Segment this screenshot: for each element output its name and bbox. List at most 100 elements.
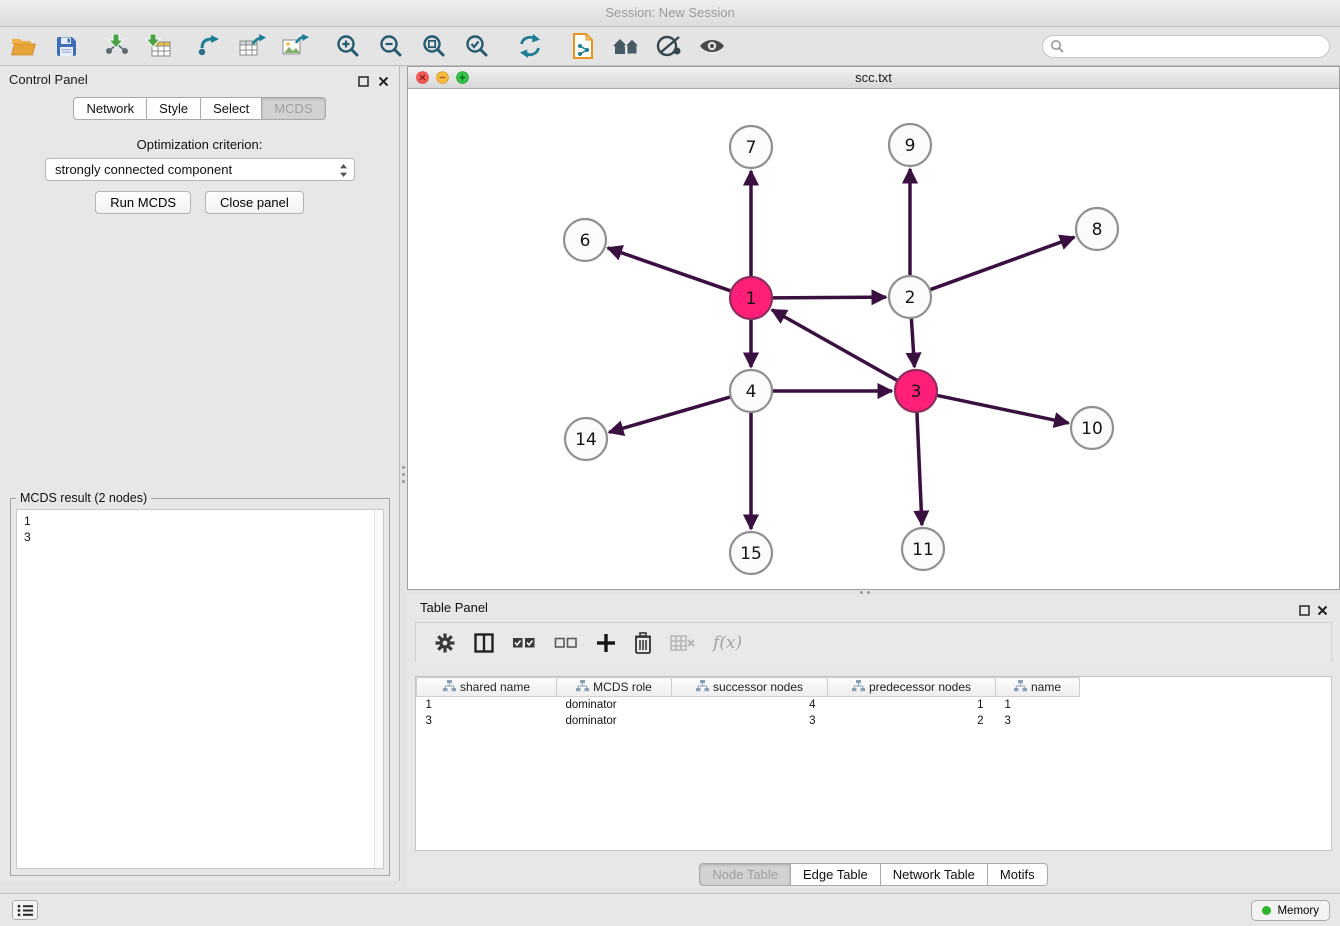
attribute-tree-icon [1014,680,1027,692]
open-session-button[interactable] [4,29,42,63]
delete-table-button[interactable] [670,628,695,658]
zoom-fit-button[interactable] [415,29,453,63]
table-cell[interactable]: 4 [672,697,828,713]
window-titlebar[interactable]: Session: New Session [0,0,1340,27]
attribute-tree-icon [443,680,456,692]
export-image-button[interactable] [276,29,314,63]
delete-column-button[interactable] [634,628,652,658]
task-history-button[interactable] [12,900,38,920]
graph-edge-4-14[interactable] [609,397,731,432]
close-icon [378,76,389,87]
column-header-successor-nodes[interactable]: successor nodes [672,678,828,697]
result-scrollbar[interactable] [374,510,383,868]
table-cell[interactable]: 1 [996,697,1080,713]
home-button[interactable] [607,29,645,63]
graph-node-1[interactable]: 1 [730,277,772,319]
graph-node-11[interactable]: 11 [902,528,944,570]
network-window-titlebar[interactable]: scc.txt [408,67,1339,89]
graph-node-14[interactable]: 14 [565,418,607,460]
table-cell[interactable]: 3 [996,713,1080,729]
graph-node-4[interactable]: 4 [730,370,772,412]
import-table-file-button[interactable] [140,29,178,63]
table-panel-float-button[interactable] [1296,602,1312,618]
graph-node-7[interactable]: 7 [730,126,772,168]
tab-network-table[interactable]: Network Table [881,863,988,886]
table-settings-button[interactable] [434,628,456,658]
column-header-shared-name[interactable]: shared name [417,678,557,697]
control-panel-tabs: NetworkStyleSelectMCDS [0,97,399,120]
network-canvas[interactable]: 7 9 6 8 1 2 4 3 14 10 15 11 [408,89,1339,589]
mcds-result-area[interactable]: 13 [16,509,384,869]
run-mcds-button[interactable]: Run MCDS [95,191,191,214]
graph-node-6[interactable]: 6 [564,219,606,261]
column-header-MCDS-role[interactable]: MCDS role [557,678,672,697]
zoom-selected-button[interactable] [458,29,496,63]
graph-node-15[interactable]: 15 [730,532,772,574]
zoom-out-button[interactable] [372,29,410,63]
table-cell[interactable]: dominator [557,697,672,713]
search-box[interactable] [1042,35,1330,58]
svg-text:6: 6 [580,231,591,251]
export-table-button[interactable] [233,29,271,63]
show-graphics-button[interactable] [693,29,731,63]
graph-edge-1-6[interactable] [608,248,732,291]
graph-edge-2-8[interactable] [930,237,1075,290]
apply-layout-button[interactable] [511,29,549,63]
tab-style[interactable]: Style [147,97,201,120]
column-header-name[interactable]: name [996,678,1080,697]
graph-node-10[interactable]: 10 [1071,407,1113,449]
import-network-file-button[interactable] [97,29,135,63]
search-input[interactable] [1064,37,1329,56]
zoom-in-button[interactable] [329,29,367,63]
table-cell[interactable]: 3 [417,713,557,729]
table-cell[interactable]: dominator [557,713,672,729]
graph-node-9[interactable]: 9 [889,124,931,166]
graph-edge-2-3[interactable] [911,318,914,367]
criterion-select[interactable]: strongly connected component [45,158,355,181]
tab-mcds[interactable]: MCDS [262,97,325,120]
tab-motifs[interactable]: Motifs [988,863,1048,886]
graph-edge-1-2[interactable] [772,297,886,298]
create-column-button[interactable] [596,628,616,658]
graph-edge-3-11[interactable] [917,412,922,525]
table-row[interactable]: 1dominator411 [417,697,1332,713]
style-button[interactable] [650,29,688,63]
memory-button[interactable]: Memory [1251,900,1330,921]
control-panel-float-button[interactable] [355,73,371,89]
select-all-columns-button[interactable] [512,628,536,658]
close-window-button[interactable] [416,71,429,84]
export-network-button[interactable] [190,29,228,63]
table-cell[interactable]: 3 [672,713,828,729]
table-cell[interactable]: 2 [828,713,996,729]
tab-edge-table[interactable]: Edge Table [791,863,881,886]
graph-node-8[interactable]: 8 [1076,208,1118,250]
function-builder-button[interactable]: f(x) [713,628,742,658]
graph-edge-3-1[interactable] [772,310,898,381]
node-table-header-row: shared nameMCDS role successor nodes prede… [417,678,1332,697]
table-cell[interactable]: 1 [828,697,996,713]
maximize-window-button[interactable] [456,71,469,84]
tab-node-table[interactable]: Node Table [699,863,791,886]
control-panel-close-button[interactable] [375,73,391,89]
close-panel-button[interactable]: Close panel [205,191,304,214]
table-panel-close-button[interactable] [1314,602,1330,618]
close-icon [1317,605,1328,616]
unselect-all-columns-button[interactable] [554,628,578,658]
show-columns-button[interactable] [474,628,494,658]
node-table[interactable]: shared nameMCDS role successor nodes prede… [415,676,1332,851]
column-header-predecessor-nodes[interactable]: predecessor nodes [828,678,996,697]
first-neighbors-button[interactable] [564,29,602,63]
tab-select[interactable]: Select [201,97,262,120]
graph-node-3[interactable]: 3 [895,370,937,412]
zoom-out-icon [379,34,403,58]
horizontal-splitter-handle[interactable] [860,591,863,594]
table-row[interactable]: 3dominator323 [417,713,1332,729]
table-cell[interactable]: 1 [417,697,557,713]
column-header-label: successor nodes [713,680,803,694]
tab-network[interactable]: Network [73,97,147,120]
minimize-window-button[interactable] [436,71,449,84]
save-session-button[interactable] [47,29,85,63]
vertical-splitter-handle[interactable] [402,466,405,469]
graph-node-2[interactable]: 2 [889,276,931,318]
graph-edge-3-10[interactable] [937,395,1069,423]
